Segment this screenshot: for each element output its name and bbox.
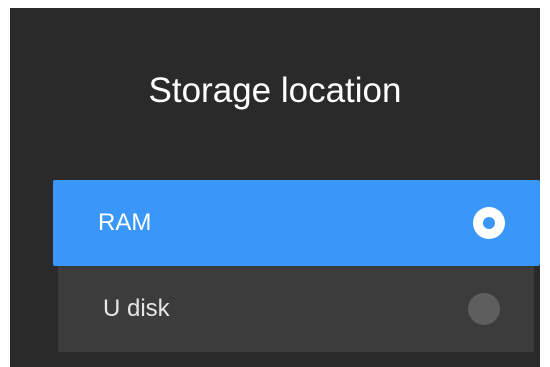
option-u-disk-label: U disk [103, 295, 170, 322]
option-u-disk[interactable]: U disk [58, 266, 534, 352]
storage-location-dialog: Storage location RAM U disk [10, 8, 540, 367]
option-ram-label: RAM [98, 209, 152, 236]
option-ram[interactable]: RAM [53, 180, 540, 266]
radio-selected-icon[interactable] [473, 207, 505, 239]
radio-unselected-icon[interactable] [468, 293, 500, 325]
dialog-title: Storage location [148, 71, 402, 110]
